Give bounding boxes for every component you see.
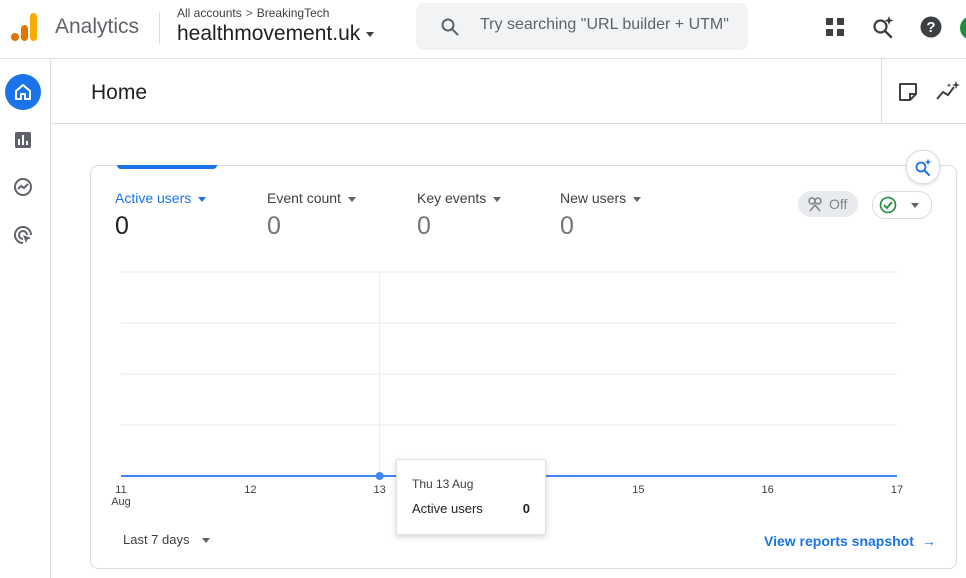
tooltip-date: Thu 13 Aug <box>412 477 474 491</box>
chevron-down-icon <box>201 538 210 544</box>
note-icon[interactable] <box>897 81 919 103</box>
search-bar[interactable]: Try searching "URL builder + UTM" <box>416 3 748 50</box>
search-icon <box>441 18 459 36</box>
breadcrumb-account[interactable]: BreakingTech <box>257 6 330 20</box>
x-tick-label: 17 <box>891 484 903 496</box>
search-insights-icon[interactable] <box>871 15 895 39</box>
home-icon <box>15 84 31 100</box>
header-divider <box>159 12 160 44</box>
breadcrumb-separator: > <box>245 6 253 20</box>
explore-icon <box>14 178 32 196</box>
view-reports-snapshot-link[interactable]: View reports snapshot → <box>764 533 936 549</box>
help-icon[interactable]: ? <box>919 15 943 39</box>
date-range-label: Last 7 days <box>123 532 190 547</box>
sidebar-item-explore[interactable] <box>5 169 41 205</box>
property-name: healthmovement.uk <box>177 22 361 45</box>
breadcrumb-all-accounts[interactable]: All accounts <box>177 6 242 20</box>
analytics-logo-icon[interactable] <box>10 12 38 42</box>
svg-text:?: ? <box>926 19 935 36</box>
x-tick-label: 11 <box>115 484 126 496</box>
date-range-selector[interactable]: Last 7 days <box>123 532 210 547</box>
chevron-down-icon <box>366 31 375 37</box>
chart-tooltip: Thu 13 Aug Active users 0 <box>396 459 546 535</box>
tooltip-metric: Active users <box>412 501 483 516</box>
insights-sparkle-icon[interactable] <box>935 80 961 104</box>
x-tick-label: 16 <box>762 484 774 496</box>
snapshot-link-label: View reports snapshot <box>764 533 914 549</box>
header-divider <box>881 59 882 123</box>
search-input[interactable]: Try searching "URL builder + UTM" <box>480 16 729 34</box>
x-tick-sublabel: Aug <box>111 496 131 508</box>
advertising-icon <box>14 226 32 244</box>
side-navigation <box>0 59 51 578</box>
x-tick-label: 15 <box>632 484 644 496</box>
x-tick-label: 13 <box>374 484 386 496</box>
x-tick-label: 12 <box>244 484 256 496</box>
sidebar-item-advertising[interactable] <box>5 217 41 253</box>
apps-grid-icon[interactable] <box>823 15 847 39</box>
product-name: Analytics <box>55 15 140 38</box>
top-bar: Analytics All accounts > BreakingTech heal… <box>0 0 966 59</box>
data-point <box>375 472 384 480</box>
page-title: Home <box>91 81 148 104</box>
arrow-right-icon: → <box>921 533 936 549</box>
sidebar-item-reports[interactable] <box>5 122 41 158</box>
tooltip-value: 0 <box>522 501 530 516</box>
page-header: Home <box>51 59 966 124</box>
sidebar-item-home[interactable] <box>5 74 41 110</box>
avatar[interactable] <box>960 16 966 40</box>
overview-card: Active users 0 Event count 0 Key events … <box>90 150 957 569</box>
bar-chart-icon <box>15 132 31 148</box>
breadcrumb[interactable]: All accounts > BreakingTech <box>177 6 329 20</box>
property-selector[interactable]: healthmovement.uk <box>177 22 375 46</box>
